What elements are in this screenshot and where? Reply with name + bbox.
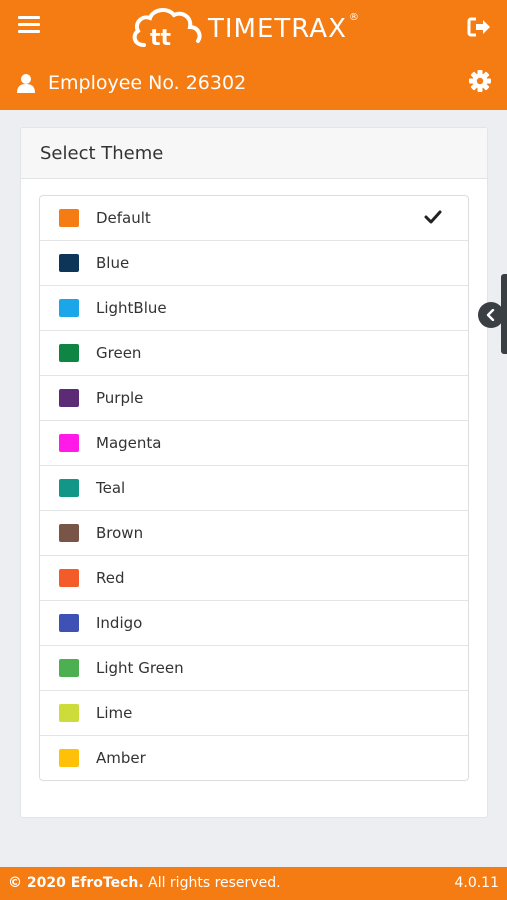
- color-swatch: [59, 659, 79, 677]
- theme-panel: Select Theme Default Blue LightBlue Green Pu…: [20, 127, 488, 818]
- copyright-text: All rights reserved.: [143, 875, 281, 891]
- copyright-company: © 2020 EfroTech.: [8, 875, 144, 891]
- copyright: © 2020 EfroTech. All rights reserved.: [8, 875, 281, 891]
- theme-label: Blue: [96, 254, 130, 272]
- cloud-logo-icon: tt: [132, 8, 202, 51]
- checkmark-icon: [424, 210, 442, 224]
- footer: © 2020 EfroTech. All rights reserved. 4.…: [0, 867, 507, 900]
- side-drawer-toggle[interactable]: [478, 302, 504, 328]
- theme-label: Default: [96, 209, 151, 227]
- theme-label: Indigo: [96, 614, 143, 632]
- theme-label: Purple: [96, 389, 144, 407]
- theme-label: Green: [96, 344, 142, 362]
- color-swatch: [59, 389, 79, 407]
- color-swatch: [59, 344, 79, 362]
- theme-option[interactable]: Lime: [40, 691, 468, 736]
- theme-option[interactable]: Red: [40, 556, 468, 601]
- theme-label: Amber: [96, 749, 146, 767]
- theme-option[interactable]: Magenta: [40, 421, 468, 466]
- color-swatch: [59, 614, 79, 632]
- employee-info: Employee No. 26302: [16, 64, 246, 102]
- app-version: 4.0.11: [454, 875, 499, 891]
- user-icon: [17, 74, 35, 93]
- gear-icon[interactable]: [469, 70, 491, 92]
- theme-list: Default Blue LightBlue Green Purple Magenta Te…: [39, 195, 469, 781]
- registered-mark: ®: [348, 11, 359, 23]
- top-header: tt TIMETRAX ® Employee No. 26302: [0, 0, 507, 110]
- hamburger-menu-icon[interactable]: [18, 16, 40, 36]
- employee-number: Employee No. 26302: [48, 72, 247, 94]
- theme-label: Teal: [96, 479, 126, 497]
- theme-option[interactable]: LightBlue: [40, 286, 468, 331]
- theme-option[interactable]: Green: [40, 331, 468, 376]
- panel-title: Select Theme: [21, 128, 487, 179]
- theme-option[interactable]: Blue: [40, 241, 468, 286]
- logout-icon[interactable]: [467, 16, 491, 38]
- theme-label: Brown: [96, 524, 144, 542]
- svg-text:tt: tt: [150, 26, 172, 51]
- theme-option[interactable]: Light Green: [40, 646, 468, 691]
- theme-option[interactable]: Brown: [40, 511, 468, 556]
- theme-option[interactable]: Amber: [40, 736, 468, 780]
- theme-label: Lime: [96, 704, 133, 722]
- theme-label: Light Green: [96, 659, 184, 677]
- theme-option[interactable]: Indigo: [40, 601, 468, 646]
- theme-option[interactable]: Default: [40, 196, 468, 241]
- chevron-left-icon: [486, 309, 495, 321]
- color-swatch: [59, 299, 79, 317]
- color-swatch: [59, 254, 79, 272]
- theme-option[interactable]: Purple: [40, 376, 468, 421]
- color-swatch: [59, 479, 79, 497]
- color-swatch: [59, 749, 79, 767]
- color-swatch: [59, 569, 79, 587]
- app-logo: tt TIMETRAX ®: [128, 4, 359, 54]
- theme-option[interactable]: Teal: [40, 466, 468, 511]
- color-swatch: [59, 524, 79, 542]
- color-swatch: [59, 209, 79, 227]
- color-swatch: [59, 704, 79, 722]
- theme-label: LightBlue: [96, 299, 167, 317]
- brand-name: TIMETRAX: [208, 14, 347, 44]
- theme-label: Red: [96, 569, 125, 587]
- theme-label: Magenta: [96, 434, 162, 452]
- color-swatch: [59, 434, 79, 452]
